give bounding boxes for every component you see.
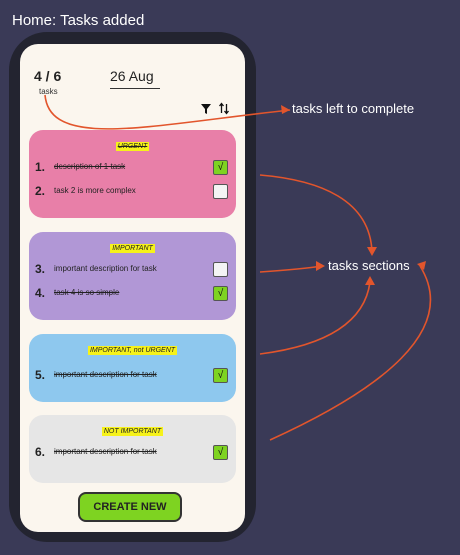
annotation-tasks-left: tasks left to complete <box>292 101 415 116</box>
annotation-tasks-sections: tasks sections <box>328 258 410 273</box>
annotation-arrows <box>44 94 432 441</box>
